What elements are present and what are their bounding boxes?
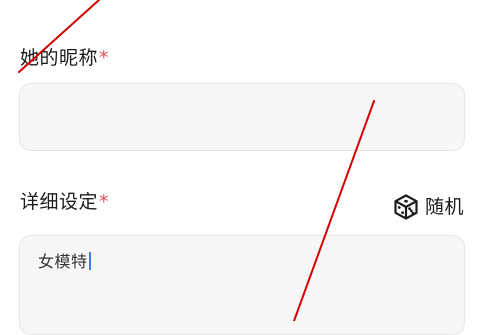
required-mark: *	[99, 47, 110, 69]
details-text-line: 女模特	[38, 251, 91, 273]
details-value: 女模特	[38, 252, 88, 271]
details-label: 详细设定*	[20, 190, 109, 214]
details-label-text: 详细设定	[20, 191, 99, 213]
nickname-label-text: 她的昵称	[20, 47, 99, 69]
dice-icon	[394, 194, 418, 220]
details-textarea[interactable]: 女模特	[19, 235, 465, 335]
random-button[interactable]: 随机	[392, 192, 464, 222]
required-mark: *	[99, 191, 110, 213]
nickname-label: 她的昵称*	[20, 46, 109, 70]
random-button-label: 随机	[425, 196, 465, 218]
nickname-input[interactable]	[19, 83, 465, 151]
text-caret	[88, 252, 91, 270]
